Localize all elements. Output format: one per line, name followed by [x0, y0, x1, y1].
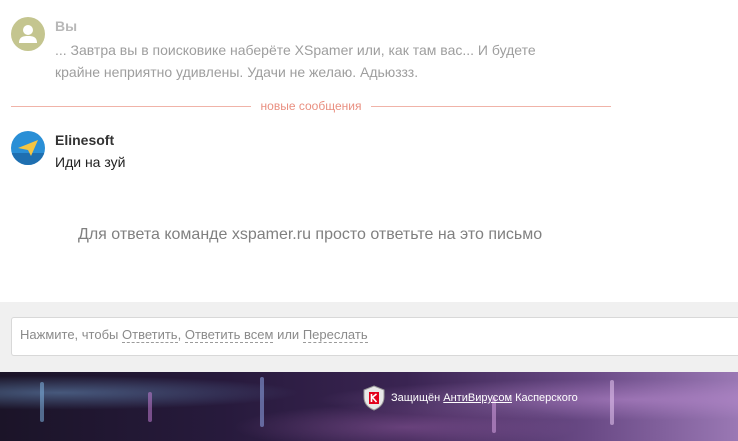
- vendor-text: Касперского: [515, 392, 578, 404]
- paper-plane-icon: [11, 140, 45, 165]
- message-text: Иди на зуй: [55, 154, 126, 170]
- background-streak: [40, 382, 44, 422]
- reply-hint: Для ответа команде xspamer.ru просто отв…: [78, 226, 543, 243]
- reply-area: Нажмите, чтобы Ответить, Ответить всем и…: [0, 302, 738, 372]
- divider-line-right: [371, 105, 611, 107]
- antivirus-link[interactable]: АнтиВирусом: [443, 392, 512, 404]
- divider-line-left: [11, 105, 251, 107]
- user-silhouette-icon: [19, 25, 37, 43]
- footer-banner: Защищён АнтиВирусом Касперского: [0, 372, 738, 441]
- new-messages-label: новые сообщения: [260, 99, 362, 113]
- reply-bar-prefix: Нажмите, чтобы: [20, 327, 119, 342]
- message-text: ... Завтра вы в поисковике наберёте XSpa…: [55, 42, 536, 80]
- new-messages-divider: новые сообщения: [11, 99, 611, 113]
- protected-text: Защищён: [391, 392, 441, 404]
- background-streak: [610, 380, 614, 425]
- kaspersky-shield-icon: [363, 385, 385, 411]
- message-item: Elinesoft Иди на зуй: [11, 131, 125, 173]
- background-streak: [260, 377, 264, 427]
- reply-link[interactable]: Ответить: [122, 327, 178, 343]
- avatar[interactable]: [11, 17, 45, 51]
- message-sender[interactable]: Вы: [55, 17, 555, 35]
- kaspersky-badge: Защищён АнтиВирусом Касперского: [363, 385, 578, 411]
- forward-link[interactable]: Переслать: [302, 327, 368, 343]
- reply-all-link[interactable]: Ответить всем: [184, 327, 274, 343]
- reply-bar-comma: ,: [177, 327, 182, 342]
- avatar[interactable]: [11, 131, 45, 165]
- reply-bar[interactable]: Нажмите, чтобы Ответить, Ответить всем и…: [11, 317, 738, 356]
- message-item: Вы ... Завтра вы в поисковике наберёте X…: [11, 17, 555, 83]
- reply-bar-or: или: [277, 327, 300, 342]
- background-streak: [148, 392, 152, 422]
- message-sender[interactable]: Elinesoft: [55, 131, 125, 149]
